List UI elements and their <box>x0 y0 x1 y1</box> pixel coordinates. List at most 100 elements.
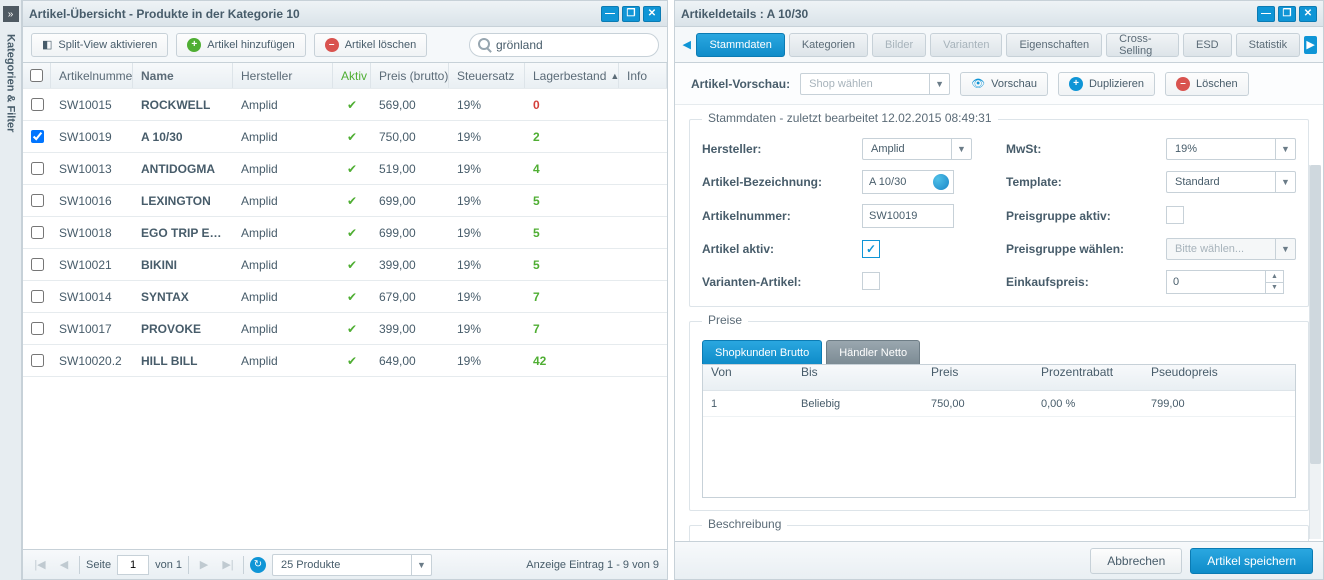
row-checkbox[interactable] <box>31 194 44 207</box>
shop-select[interactable]: Shop wählen ▼ <box>800 73 950 95</box>
titlebar: Artikeldetails : A 10/30 — ❐ ✕ <box>675 1 1323 27</box>
check-icon: ✔ <box>347 162 357 176</box>
tab-stammdaten[interactable]: Stammdaten <box>696 33 784 57</box>
row-checkbox[interactable] <box>31 130 44 143</box>
close-button[interactable]: ✕ <box>643 6 661 22</box>
hersteller-combo[interactable]: Amplid▼ <box>862 138 972 160</box>
maximize-button[interactable]: ❐ <box>1278 6 1296 22</box>
table-row[interactable]: SW10021BIKINIAmplid✔399,0019%5 <box>23 249 667 281</box>
table-row[interactable]: SW10017PROVOKEAmplid✔399,0019%7 <box>23 313 667 345</box>
price-row[interactable]: 1 Beliebig 750,00 0,00 % 799,00 <box>703 391 1295 417</box>
table-row[interactable]: SW10018EGO TRIP EVO...Amplid✔699,0019%5 <box>23 217 667 249</box>
table-row[interactable]: SW10020.2HILL BILLAmplid✔649,0019%42 <box>23 345 667 377</box>
sidebar-label: Kategorien & Filter <box>5 34 17 132</box>
article-overview-window: Artikel-Übersicht - Produkte in der Kate… <box>22 0 668 580</box>
search-input[interactable] <box>496 38 648 52</box>
artikelnummer-input[interactable]: SW10019 <box>862 204 954 228</box>
col-steuersatz[interactable]: Steuersatz <box>449 63 525 88</box>
search-field[interactable] <box>469 33 659 57</box>
check-icon: ✔ <box>347 290 357 304</box>
preview-button[interactable]: 👁 Vorschau <box>960 72 1048 96</box>
table-row[interactable]: SW10015ROCKWELLAmplid✔569,0019%0 <box>23 89 667 121</box>
maximize-button[interactable]: ❐ <box>622 6 640 22</box>
varianten-checkbox[interactable] <box>862 272 880 290</box>
col-artikelnummer[interactable]: Artikelnummer <box>51 63 133 88</box>
window-title: Artikeldetails : A 10/30 <box>681 7 1257 21</box>
tab-kategorien[interactable]: Kategorien <box>789 33 868 57</box>
tab-eigenschaften[interactable]: Eigenschaften <box>1006 33 1102 57</box>
minimize-button[interactable]: — <box>1257 6 1275 22</box>
pager-last[interactable]: ▶| <box>219 556 237 574</box>
preise-legend: Preise <box>702 313 748 327</box>
tab-varianten[interactable]: Varianten <box>930 33 1002 57</box>
artikel-aktiv-checkbox[interactable]: ✓ <box>862 240 880 258</box>
template-combo[interactable]: Standard▼ <box>1166 171 1296 193</box>
delete-article-button[interactable]: – Artikel löschen <box>314 33 428 57</box>
minimize-button[interactable]: — <box>601 6 619 22</box>
tab-esd[interactable]: ESD <box>1183 33 1232 57</box>
tab-crossselling[interactable]: Cross-Selling <box>1106 33 1179 57</box>
add-article-button[interactable]: + Artikel hinzufügen <box>176 33 305 57</box>
tab-statistik[interactable]: Statistik <box>1236 33 1301 57</box>
col-aktiv[interactable]: Aktiv <box>333 63 371 88</box>
price-tab-brutto[interactable]: Shopkunden Brutto <box>702 340 822 364</box>
sort-asc-icon: ▲ <box>610 71 619 81</box>
perpage-combo[interactable]: 25 Produkte ▼ <box>272 554 432 576</box>
search-icon <box>478 38 490 50</box>
save-button[interactable]: Artikel speichern <box>1190 548 1313 574</box>
row-checkbox[interactable] <box>31 98 44 111</box>
check-icon: ✔ <box>347 354 357 368</box>
globe-icon[interactable] <box>933 174 949 190</box>
col-info[interactable]: Info <box>619 63 667 88</box>
check-icon: ✔ <box>347 130 357 144</box>
row-checkbox[interactable] <box>31 354 44 367</box>
einkaufspreis-spinner[interactable]: 0 ▲▼ <box>1166 270 1284 294</box>
row-checkbox[interactable] <box>31 162 44 175</box>
mwst-combo[interactable]: 19%▼ <box>1166 138 1296 160</box>
splitview-button[interactable]: ◧ Split-View aktivieren <box>31 33 168 57</box>
col-name[interactable]: Name <box>133 63 233 88</box>
tab-bilder[interactable]: Bilder <box>872 33 926 57</box>
pager-next[interactable]: ▶ <box>195 556 213 574</box>
row-checkbox[interactable] <box>31 226 44 239</box>
tab-scroll-left[interactable]: ◀ <box>681 38 692 51</box>
scrollbar[interactable] <box>1309 165 1321 539</box>
table-row[interactable]: SW10013ANTIDOGMAAmplid✔519,0019%4 <box>23 153 667 185</box>
select-all-checkbox[interactable] <box>30 69 43 82</box>
delete-button[interactable]: – Löschen <box>1165 72 1249 96</box>
table-row[interactable]: SW10016LEXINGTONAmplid✔699,0019%5 <box>23 185 667 217</box>
price-tab-netto[interactable]: Händler Netto <box>826 340 920 364</box>
col-hersteller[interactable]: Hersteller <box>233 63 333 88</box>
titlebar: Artikel-Übersicht - Produkte in der Kate… <box>23 1 667 27</box>
pager-first[interactable]: |◀ <box>31 556 49 574</box>
beschreibung-legend: Beschreibung <box>702 517 787 531</box>
table-row[interactable]: SW10019A 10/30Amplid✔750,0019%2 <box>23 121 667 153</box>
preise-fieldset: Preise Shopkunden Brutto Händler Netto V… <box>689 321 1309 511</box>
check-icon: ✔ <box>347 194 357 208</box>
preisgruppe-combo[interactable]: Bitte wählen...▼ <box>1166 238 1296 260</box>
sidebar-expand-button[interactable]: » <box>3 6 19 22</box>
chevron-down-icon: ▼ <box>929 74 949 94</box>
cancel-button[interactable]: Abbrechen <box>1090 548 1182 574</box>
stammdaten-fieldset: Stammdaten - zuletzt bearbeitet 12.02.20… <box>689 119 1309 307</box>
row-checkbox[interactable] <box>31 258 44 271</box>
preisgruppe-aktiv-checkbox[interactable] <box>1166 206 1184 224</box>
spinner-up[interactable]: ▲ <box>1266 271 1283 283</box>
spinner-down[interactable]: ▼ <box>1266 283 1283 294</box>
window-title: Artikel-Übersicht - Produkte in der Kate… <box>29 7 601 21</box>
check-icon: ✔ <box>347 322 357 336</box>
page-input[interactable] <box>117 555 149 575</box>
row-checkbox[interactable] <box>31 290 44 303</box>
refresh-button[interactable]: ↻ <box>250 557 266 573</box>
duplicate-button[interactable]: + Duplizieren <box>1058 72 1155 96</box>
pager-prev[interactable]: ◀ <box>55 556 73 574</box>
row-checkbox[interactable] <box>31 322 44 335</box>
close-button[interactable]: ✕ <box>1299 6 1317 22</box>
grid-header: Artikelnummer Name Hersteller Aktiv Prei… <box>23 63 667 89</box>
col-preis[interactable]: Preis (brutto) <box>371 63 449 88</box>
tab-scroll-right[interactable]: ▶ <box>1304 36 1317 54</box>
bezeichnung-input[interactable]: A 10/30 <box>862 170 954 194</box>
minus-icon: – <box>1176 77 1190 91</box>
col-lagerbestand[interactable]: Lagerbestand ▲ <box>525 63 619 88</box>
table-row[interactable]: SW10014SYNTAXAmplid✔679,0019%7 <box>23 281 667 313</box>
